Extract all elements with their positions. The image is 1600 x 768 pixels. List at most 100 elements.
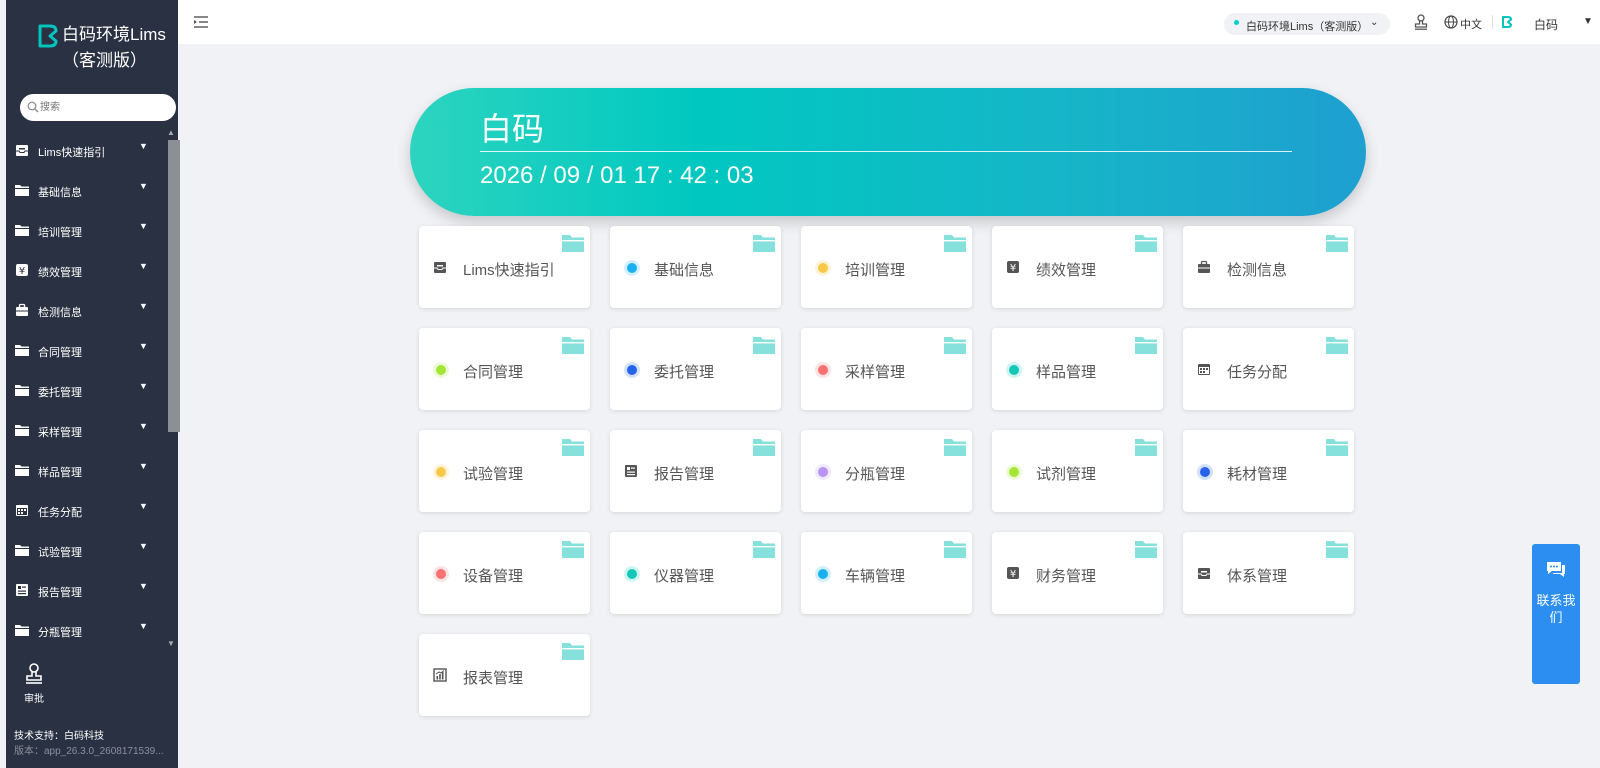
- status-dot-icon: [1006, 362, 1022, 378]
- sidebar-item-label: 培训管理: [38, 227, 82, 239]
- module-card[interactable]: 委托管理: [610, 328, 781, 410]
- module-card[interactable]: 报表管理: [419, 634, 590, 716]
- sidebar-item[interactable]: 分瓶管理 ▼: [6, 610, 164, 650]
- sidebar-item[interactable]: 委托管理 ▼: [6, 370, 164, 411]
- module-card[interactable]: Lims快速指引: [419, 226, 590, 308]
- stamp-icon[interactable]: [1414, 14, 1428, 30]
- brand-icon: [1502, 16, 1512, 28]
- search-input[interactable]: [40, 98, 168, 117]
- briefcase-icon: [15, 303, 29, 317]
- sidebar-item[interactable]: 样品管理 ▼: [6, 450, 164, 491]
- status-dot-icon: [433, 464, 449, 480]
- folder-icon: [15, 183, 29, 197]
- module-card[interactable]: ¥ 绩效管理: [992, 226, 1163, 308]
- caret-down-icon: ▼: [139, 581, 148, 591]
- environment-select[interactable]: 白码环境Lims（客测版） ⌄: [1224, 13, 1390, 35]
- yen-icon: ¥: [15, 263, 29, 277]
- folder-icon: [944, 438, 966, 456]
- sidebar-item[interactable]: 检测信息 ▼: [6, 290, 164, 331]
- sidebar-item[interactable]: 合同管理 ▼: [6, 330, 164, 371]
- folder-icon: [753, 438, 775, 456]
- module-card[interactable]: 仪器管理: [610, 532, 781, 614]
- folder-icon: [562, 336, 584, 354]
- caret-down-icon: ▼: [139, 421, 148, 431]
- collapse-menu-icon[interactable]: [194, 16, 208, 28]
- caret-down-icon: ▼: [139, 301, 148, 311]
- sidebar-item[interactable]: 培训管理 ▼: [6, 210, 164, 251]
- folder-icon: [1135, 234, 1157, 252]
- folder-icon: [15, 463, 29, 477]
- folder-icon: [944, 234, 966, 252]
- folder-icon: [15, 543, 29, 557]
- status-dot-icon: [815, 464, 831, 480]
- scroll-down-icon[interactable]: ▼: [167, 639, 175, 648]
- module-card[interactable]: 任务分配: [1183, 328, 1354, 410]
- sidebar-item[interactable]: ¥ 绩效管理 ▼: [6, 250, 164, 291]
- module-card-label: 委托管理: [654, 364, 715, 381]
- logo-icon: [38, 24, 58, 48]
- sidebar-scrollbar[interactable]: ▲ ▼: [166, 128, 180, 648]
- folder-icon: [562, 438, 584, 456]
- caret-down-icon: ▼: [139, 621, 148, 631]
- top-header: 白码环境Lims（客测版） ⌄ 中文 白码 ▼: [178, 0, 1600, 44]
- chart-icon: [433, 668, 447, 682]
- module-card[interactable]: 样品管理: [992, 328, 1163, 410]
- calendar-icon: [1197, 362, 1211, 376]
- globe-icon: [1444, 15, 1458, 29]
- module-card[interactable]: 分瓶管理: [801, 430, 972, 512]
- module-card-label: 财务管理: [1036, 568, 1097, 585]
- briefcase-icon: [1197, 260, 1211, 274]
- user-name[interactable]: 白码: [1534, 16, 1558, 33]
- sidebar-item[interactable]: 采样管理 ▼: [6, 410, 164, 451]
- sidebar-item[interactable]: Lims快速指引 ▼: [6, 130, 164, 171]
- status-dot-icon: [624, 362, 640, 378]
- sidebar-item[interactable]: 试验管理 ▼: [6, 530, 164, 571]
- module-card[interactable]: 体系管理: [1183, 532, 1354, 614]
- app-logo[interactable]: 白码环境Lims（客测版）: [28, 18, 173, 74]
- environment-label: 白码环境Lims（客测版）: [1246, 21, 1369, 33]
- status-dot-icon: [815, 362, 831, 378]
- module-card[interactable]: 车辆管理: [801, 532, 972, 614]
- sidebar-item-label: 报告管理: [38, 587, 82, 599]
- module-card-label: 试剂管理: [1036, 466, 1097, 483]
- inbox-icon: [15, 143, 29, 157]
- module-card[interactable]: ¥ 财务管理: [992, 532, 1163, 614]
- module-card[interactable]: 耗材管理: [1183, 430, 1354, 512]
- folder-icon: [562, 642, 584, 660]
- module-card[interactable]: 检测信息: [1183, 226, 1354, 308]
- module-card[interactable]: 基础信息: [610, 226, 781, 308]
- caret-down-icon: ▼: [139, 221, 148, 231]
- caret-down-icon: ▼: [139, 261, 148, 271]
- module-card-label: 仪器管理: [654, 568, 715, 585]
- search-icon: [27, 101, 39, 113]
- sidebar-item-label: 绩效管理: [38, 267, 82, 279]
- scroll-thumb[interactable]: [168, 140, 180, 432]
- sidebar-item[interactable]: 任务分配 ▼: [6, 490, 164, 531]
- sidebar-search[interactable]: [20, 94, 176, 121]
- module-card[interactable]: 试验管理: [419, 430, 590, 512]
- chat-icon: [1547, 562, 1565, 577]
- scroll-up-icon[interactable]: ▲: [167, 128, 175, 137]
- module-card[interactable]: 采样管理: [801, 328, 972, 410]
- folder-icon: [1326, 234, 1348, 252]
- module-card[interactable]: 试剂管理: [992, 430, 1163, 512]
- approve-button[interactable]: 审批: [20, 660, 60, 706]
- status-dot-icon: [624, 566, 640, 582]
- sidebar-item[interactable]: 报告管理 ▼: [6, 570, 164, 611]
- module-card-label: 体系管理: [1227, 568, 1288, 585]
- module-card[interactable]: 设备管理: [419, 532, 590, 614]
- sidebar-item-label: Lims快速指引: [38, 147, 106, 159]
- module-card[interactable]: 合同管理: [419, 328, 590, 410]
- module-card-label: 车辆管理: [845, 568, 906, 585]
- module-card[interactable]: 培训管理: [801, 226, 972, 308]
- contact-us-button[interactable]: 联系我们: [1532, 544, 1580, 684]
- env-status-dot: [1234, 20, 1239, 25]
- module-card-label: 培训管理: [845, 262, 906, 279]
- sidebar-item[interactable]: 基础信息 ▼: [6, 170, 164, 211]
- caret-down-icon: ▼: [139, 141, 148, 151]
- chevron-down-icon: ⌄: [1370, 17, 1379, 28]
- banner-datetime: 2026 / 09 / 01 17 : 42 : 03: [480, 162, 754, 189]
- user-menu-caret-icon[interactable]: ▼: [1583, 16, 1593, 27]
- module-card-label: 报告管理: [654, 466, 715, 483]
- module-card[interactable]: 报告管理: [610, 430, 781, 512]
